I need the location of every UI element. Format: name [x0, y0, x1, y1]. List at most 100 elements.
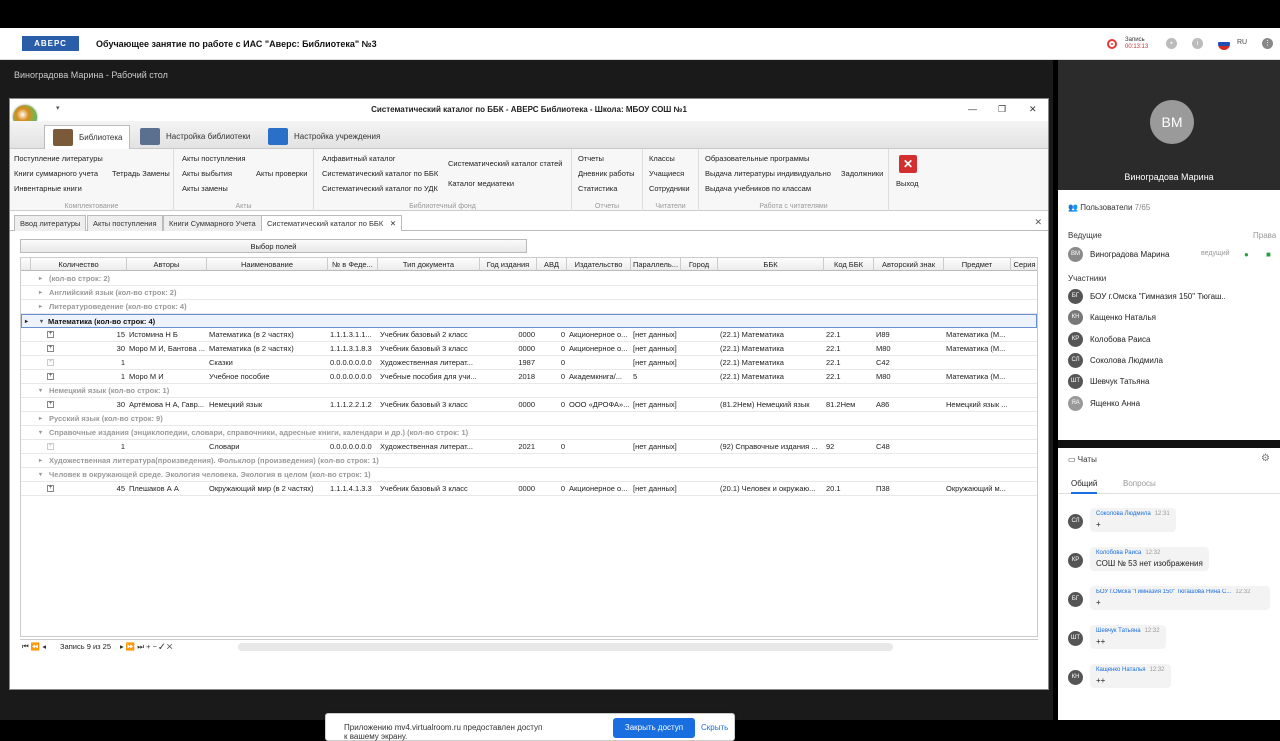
tab-library-settings[interactable]: Настройка библиотеки	[132, 125, 256, 149]
col-doc-type[interactable]: Тип документа	[378, 258, 480, 271]
ribbon-item-intake-acts[interactable]: Акты поступления	[182, 154, 246, 163]
russian-flag-icon[interactable]	[1218, 38, 1230, 50]
table-row[interactable]: + 45 Плешаков А А Окружающий мир (в 2 ча…	[21, 482, 1037, 496]
expand-plus-icon[interactable]: +	[47, 373, 54, 380]
group-row[interactable]: ▾ Справочные издания (энциклопедии, слова…	[21, 426, 1037, 440]
participant-item[interactable]: ШТ Шевчук Татьяна	[1068, 374, 1273, 390]
camera-icon[interactable]: ■	[1266, 250, 1271, 259]
record-icon[interactable]	[1107, 39, 1117, 49]
tab-general[interactable]: Общий	[1071, 479, 1098, 494]
nav-buttons-right[interactable]: ▸ ⏩ ⏭ + − ✓ ✕	[120, 640, 173, 654]
col-city[interactable]: Город	[681, 258, 718, 271]
group-row[interactable]: ▸ Русский язык (кол-во строк: 9)	[21, 412, 1037, 426]
expand-plus-icon[interactable]: +	[47, 345, 54, 352]
col-series[interactable]: Серия	[1011, 258, 1037, 271]
group-row[interactable]: ▸ (кол-во строк: 2)	[21, 272, 1037, 286]
horizontal-scrollbar[interactable]	[238, 643, 893, 651]
stop-sharing-button[interactable]: Закрыть доступ	[613, 718, 695, 738]
expand-plus-icon[interactable]: +	[47, 443, 54, 450]
group-row[interactable]: ▸ Английский язык (кол-во строк: 2)	[21, 286, 1037, 300]
col-authors[interactable]: Авторы	[127, 258, 207, 271]
expand-plus-icon[interactable]: +	[47, 401, 54, 408]
table-row[interactable]: + 1 Моро М И Учебное пособие 0.0.0.0.0.0…	[21, 370, 1037, 384]
col-author-sign[interactable]: Авторский знак	[874, 258, 944, 271]
group-row[interactable]: ▾ Немецкий язык (кол-во строк: 1)	[21, 384, 1037, 398]
group-row-selected[interactable]: ▸ ▾ Математика (кол-во строк: 4)	[21, 314, 1037, 328]
participant-item[interactable]: КР Колобова Раиса	[1068, 332, 1273, 348]
participant-item[interactable]: БГ БОУ г.Омска "Гимназия 150" Тюгаш...	[1068, 289, 1273, 305]
col-quantity[interactable]: Количество	[31, 258, 127, 271]
tab-library[interactable]: Библиотека	[44, 125, 130, 149]
mic-icon[interactable]: ●	[1244, 250, 1249, 259]
language-selector[interactable]: RU	[1237, 39, 1247, 46]
table-row[interactable]: + 30 Моро М И, Бантова ... Математика (в…	[21, 342, 1037, 356]
ribbon-item-audit-acts[interactable]: Акты проверки	[256, 169, 307, 178]
exit-icon[interactable]: ✕	[899, 155, 917, 173]
folder-icon[interactable]: ▪	[1166, 38, 1177, 49]
maximize-icon[interactable]: ❐	[998, 104, 1006, 115]
ribbon-item-bbk-catalog[interactable]: Систематический каталог по ББК	[322, 169, 438, 178]
col-fed-number[interactable]: № в Феде...	[328, 258, 378, 271]
tab-questions[interactable]: Вопросы	[1123, 479, 1156, 494]
ribbon-item-udk-catalog[interactable]: Систематический каталог по УДК	[322, 184, 438, 193]
expand-plus-icon[interactable]: +	[47, 359, 54, 366]
exit-button[interactable]: Выход	[896, 179, 918, 188]
participant-item[interactable]: ЯА Ященко Анна	[1068, 396, 1273, 412]
ribbon-item-summary-books[interactable]: Книги суммарного учета	[14, 169, 98, 178]
ribbon-item-inventory-books[interactable]: Инвентарные книги	[14, 184, 82, 193]
ribbon-item-edu-programs[interactable]: Образовательные программы	[705, 154, 809, 163]
info-icon[interactable]: i	[1192, 38, 1203, 49]
col-bbk[interactable]: ББК	[718, 258, 824, 271]
col-bbk-code[interactable]: Код ББК	[824, 258, 874, 271]
participant-item[interactable]: СЛ Соколова Людмила	[1068, 353, 1273, 369]
ribbon-item-media-catalog[interactable]: Каталог медиатеки	[448, 179, 514, 188]
group-row[interactable]: ▾ Человек в окружающей среде. Экология че…	[21, 468, 1037, 482]
expand-plus-icon[interactable]: +	[47, 485, 54, 492]
col-parallel[interactable]: Параллель...	[631, 258, 681, 271]
tab-close-icon[interactable]: ✕	[390, 216, 396, 231]
select-fields-button[interactable]: Выбор полей	[20, 239, 527, 253]
ribbon-item-replacement-acts[interactable]: Акты замены	[182, 184, 228, 193]
ribbon-item-articles-catalog[interactable]: Систематический каталог статей	[448, 159, 562, 168]
ribbon-item-class-issue[interactable]: Выдача учебников по классам	[705, 184, 811, 193]
ribbon-item-work-diary[interactable]: Дневник работы	[578, 169, 635, 178]
ribbon-item-disposal-acts[interactable]: Акты выбытия	[182, 169, 232, 178]
col-publisher[interactable]: Издательство	[567, 258, 631, 271]
doctab-bbk-catalog[interactable]: Систематический каталог по ББК ✕	[261, 215, 403, 231]
ribbon-item-statistics[interactable]: Статистика	[578, 184, 617, 193]
table-row[interactable]: + 15 Истомина Н Б Математика (в 2 частях…	[21, 328, 1037, 342]
doctab-literature-input[interactable]: Ввод литературы	[14, 215, 87, 231]
col-subject[interactable]: Предмет	[944, 258, 1011, 271]
ribbon-item-staff[interactable]: Сотрудники	[649, 184, 690, 193]
quick-access-arrow-icon[interactable]: ▾	[56, 104, 60, 112]
expand-plus-icon[interactable]: +	[47, 331, 54, 338]
group-row[interactable]: ▸ Художественная литература(произведения)…	[21, 454, 1037, 468]
gear-icon[interactable]: ⚙	[1261, 453, 1270, 464]
table-row[interactable]: + 1 Словари 0.0.0.0.0.0.0 Художественная…	[21, 440, 1037, 454]
col-title[interactable]: Наименование	[207, 258, 328, 271]
ribbon-item-reports[interactable]: Отчеты	[578, 154, 604, 163]
ribbon-item-debtors[interactable]: Задолжники	[841, 169, 883, 178]
ribbon-item-classes[interactable]: Классы	[649, 154, 675, 163]
tab-institution-settings[interactable]: Настройка учреждения	[260, 125, 386, 149]
participant-item[interactable]: КН Кащенко Наталья	[1068, 310, 1273, 326]
panel-divider[interactable]	[1058, 440, 1280, 448]
close-all-icon[interactable]: ✕	[1034, 217, 1042, 228]
hide-link[interactable]: Скрыть	[701, 723, 728, 732]
doctab-intake-acts[interactable]: Акты поступления	[87, 215, 163, 231]
col-avd[interactable]: АВД	[537, 258, 567, 271]
col-year[interactable]: Год издания	[480, 258, 537, 271]
host-item[interactable]: ВМ Виноградова Марина ведущий ● ■	[1068, 247, 1273, 263]
ribbon-item-alpha-catalog[interactable]: Алфавитный каталог	[322, 154, 395, 163]
group-row[interactable]: ▸ Литературоведение (кол-во строк: 4)	[21, 300, 1037, 314]
ribbon-item-replacement-notebook[interactable]: Тетрадь Замены	[112, 169, 170, 178]
table-row[interactable]: + 1 Сказки 0.0.0.0.0.0.0 Художественная …	[21, 356, 1037, 370]
more-icon[interactable]: ⋮	[1262, 38, 1273, 49]
ribbon-item-literature-intake[interactable]: Поступление литературы	[14, 154, 103, 163]
ribbon-item-individual-issue[interactable]: Выдача литературы индивидуально	[705, 169, 831, 178]
table-row[interactable]: + 30 Артёмова Н А, Гавр... Немецкий язык…	[21, 398, 1037, 412]
nav-buttons-left[interactable]: ⏮ ⏪ ◂	[22, 640, 46, 654]
doctab-summary-books[interactable]: Книги Суммарного Учета	[163, 215, 262, 231]
close-icon[interactable]: ✕	[1029, 104, 1037, 115]
ribbon-item-students[interactable]: Учащиеся	[649, 169, 684, 178]
